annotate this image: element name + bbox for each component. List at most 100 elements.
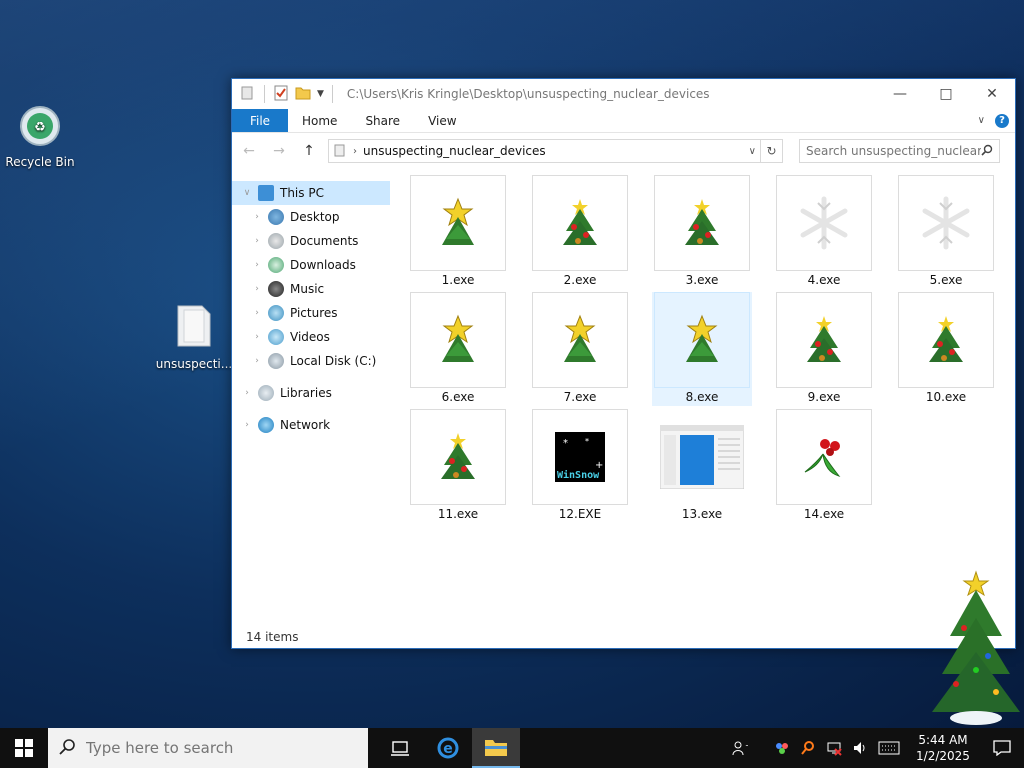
tab-home[interactable]: Home: [288, 109, 351, 132]
file-name: 12.EXE: [558, 507, 602, 521]
window-controls: — □ ✕: [877, 79, 1015, 109]
nav-item-music[interactable]: › Music: [232, 277, 390, 301]
properties-icon[interactable]: [273, 85, 289, 104]
taskbar-search-box[interactable]: [48, 728, 368, 768]
desktop-icon-recycle-bin[interactable]: ♻ Recycle Bin: [0, 104, 80, 169]
expand-chevron-icon[interactable]: ›: [240, 420, 254, 430]
collapse-chevron-icon[interactable]: ∨: [240, 188, 254, 198]
action-center-button[interactable]: [984, 728, 1020, 768]
expand-chevron-icon[interactable]: ›: [240, 388, 254, 398]
volume-icon[interactable]: [850, 738, 870, 758]
location-folder-icon: [333, 143, 347, 160]
search-box[interactable]: [799, 139, 1000, 163]
expand-chevron-icon[interactable]: ›: [250, 236, 264, 246]
maximize-button[interactable]: □: [923, 79, 969, 109]
file-item[interactable]: 3.exe: [652, 175, 752, 289]
minimize-button[interactable]: —: [877, 79, 923, 109]
people-icon[interactable]: +: [730, 738, 750, 758]
nav-item-documents[interactable]: › Documents: [232, 229, 390, 253]
toolbar-separator: [264, 85, 265, 103]
file-item[interactable]: 13.exe: [652, 409, 752, 523]
star-tree-icon: [532, 292, 628, 388]
customize-toolbar-chevron-icon[interactable]: ▼: [317, 89, 324, 99]
expand-chevron-icon[interactable]: ›: [250, 356, 264, 366]
file-item[interactable]: 4.exe: [774, 175, 874, 289]
expand-chevron-icon[interactable]: ›: [250, 284, 264, 294]
star-tree-icon: [410, 175, 506, 271]
nav-item-local-disk[interactable]: › Local Disk (C:): [232, 349, 390, 373]
nav-item-videos[interactable]: › Videos: [232, 325, 390, 349]
file-item[interactable]: 8.exe: [652, 292, 752, 406]
title-bar[interactable]: ▼ C:\Users\Kris Kringle\Desktop\unsuspec…: [232, 79, 1015, 109]
desktop-icon-folder[interactable]: unsuspecti...: [154, 302, 234, 371]
file-item[interactable]: 1.exe: [408, 175, 508, 289]
file-explorer-icon: [485, 740, 507, 756]
close-button[interactable]: ✕: [969, 79, 1015, 109]
expand-chevron-icon[interactable]: ›: [250, 332, 264, 342]
breadcrumb-separator-icon[interactable]: ›: [353, 146, 357, 157]
search-input[interactable]: [806, 144, 981, 158]
nav-item-pictures[interactable]: › Pictures: [232, 301, 390, 325]
ornament-tree-icon: [410, 409, 506, 505]
help-icon[interactable]: ?: [995, 113, 1009, 128]
explorer-app-icon: [240, 85, 256, 104]
nav-item-label: Desktop: [290, 210, 340, 224]
pictures-folder-icon: [268, 305, 284, 321]
file-item[interactable]: 7.exe: [530, 292, 630, 406]
ornament-tree-icon: [654, 175, 750, 271]
nav-item-libraries[interactable]: › Libraries: [232, 381, 390, 405]
tray-app-icon[interactable]: [772, 738, 792, 758]
taskbar-file-explorer[interactable]: [472, 728, 520, 768]
expand-chevron-icon[interactable]: ›: [250, 260, 264, 270]
address-bar[interactable]: › unsuspecting_nuclear_devices ∨: [328, 139, 761, 163]
file-name: 7.exe: [563, 390, 597, 404]
tab-file[interactable]: File: [232, 109, 288, 132]
nav-item-desktop[interactable]: › Desktop: [232, 205, 390, 229]
taskbar-search-input[interactable]: [86, 739, 346, 757]
file-item[interactable]: 5.exe: [896, 175, 996, 289]
file-item[interactable]: 11.exe: [408, 409, 508, 523]
expand-chevron-icon[interactable]: ›: [250, 212, 264, 222]
address-path[interactable]: unsuspecting_nuclear_devices: [363, 144, 743, 158]
start-button[interactable]: [0, 728, 48, 768]
file-item[interactable]: * * + WinSnow 12.EXE: [530, 409, 630, 523]
network-disconnected-icon[interactable]: [824, 738, 844, 758]
tab-view[interactable]: View: [414, 109, 470, 132]
file-name: 4.exe: [807, 273, 841, 287]
up-button[interactable]: ↑: [298, 143, 320, 159]
taskbar-internet-explorer[interactable]: e: [424, 728, 472, 768]
nav-item-downloads[interactable]: › Downloads: [232, 253, 390, 277]
search-icon[interactable]: [981, 144, 993, 159]
system-tray: + 5:44 AM 1/2/2025: [730, 728, 1024, 768]
task-view-button[interactable]: [376, 728, 424, 768]
expand-ribbon-chevron-icon[interactable]: ∨: [978, 115, 985, 126]
file-name: 2.exe: [563, 273, 597, 287]
file-item[interactable]: 2.exe: [530, 175, 630, 289]
file-name: 10.exe: [925, 390, 967, 404]
svg-text:♻: ♻: [34, 120, 46, 135]
file-name: 1.exe: [441, 273, 475, 287]
address-history-chevron-icon[interactable]: ∨: [749, 146, 756, 157]
downloads-folder-icon: [268, 257, 284, 273]
tab-share[interactable]: Share: [351, 109, 414, 132]
file-item[interactable]: 6.exe: [408, 292, 508, 406]
file-item[interactable]: 10.exe: [896, 292, 996, 406]
keyboard-icon[interactable]: [876, 738, 902, 758]
expand-chevron-icon[interactable]: ›: [250, 308, 264, 318]
file-name: 9.exe: [807, 390, 841, 404]
nav-item-this-pc[interactable]: ∨ This PC: [232, 181, 390, 205]
file-name: 5.exe: [929, 273, 963, 287]
recycle-bin-icon: ♻: [0, 104, 80, 151]
file-item[interactable]: 14.exe: [774, 409, 874, 523]
back-button[interactable]: ←: [238, 143, 260, 159]
nav-item-network[interactable]: › Network: [232, 413, 390, 437]
refresh-button[interactable]: ↻: [761, 139, 783, 163]
new-folder-icon[interactable]: [295, 85, 311, 104]
forward-button[interactable]: →: [268, 143, 290, 159]
tray-search-tool-icon[interactable]: [798, 738, 818, 758]
clock[interactable]: 5:44 AM 1/2/2025: [908, 732, 978, 764]
file-explorer-window[interactable]: ▼ C:\Users\Kris Kringle\Desktop\unsuspec…: [231, 78, 1016, 649]
status-bar-item-count: 14 items: [246, 630, 299, 644]
file-item[interactable]: 9.exe: [774, 292, 874, 406]
task-view-icon: [391, 741, 409, 756]
